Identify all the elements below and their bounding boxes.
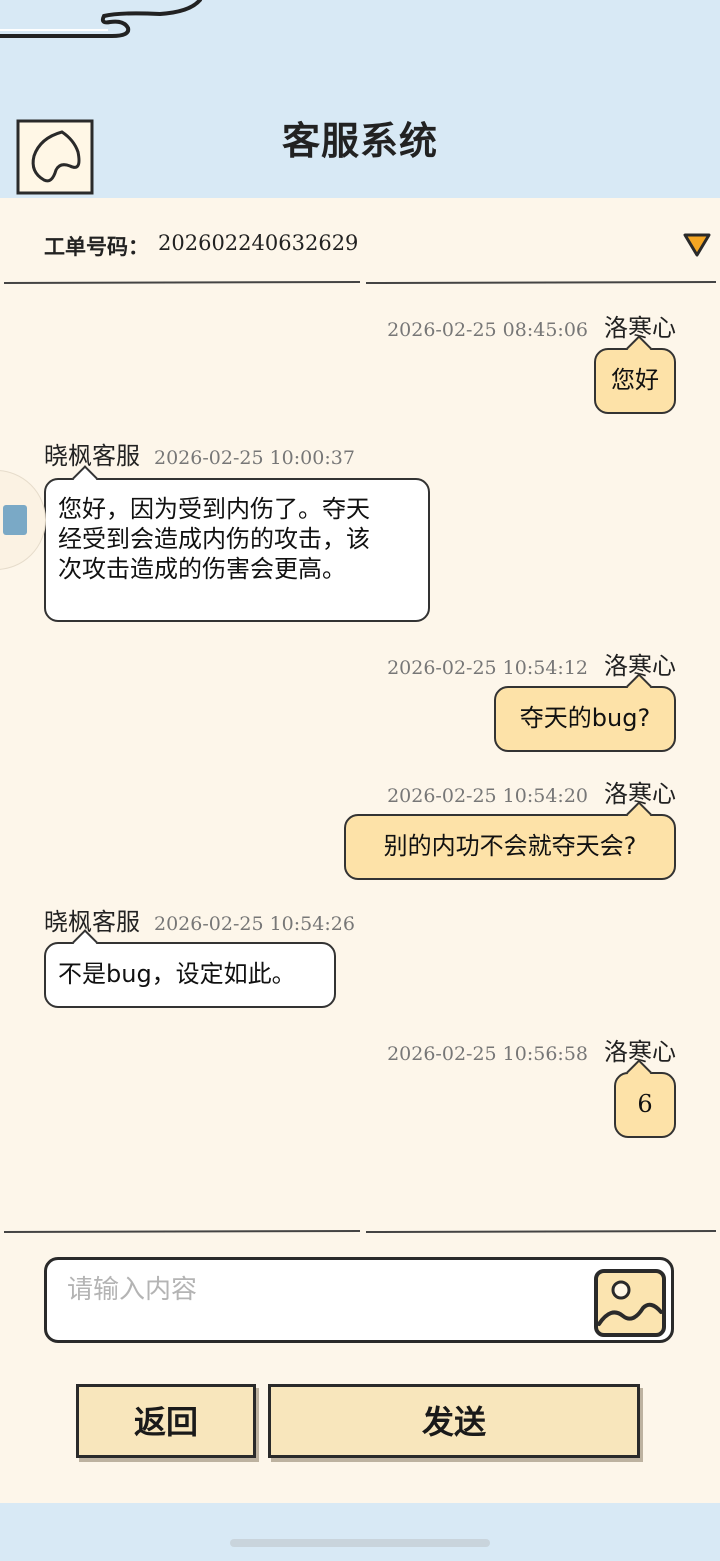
- message-meta: 2026-02-25 10:54:12 洛寒心: [387, 646, 676, 681]
- user-message-bubble: 夺天的bug?: [494, 686, 676, 752]
- image-upload-icon[interactable]: [593, 1268, 667, 1338]
- ticket-number: 202602240632629: [158, 231, 359, 255]
- triangle-down-icon[interactable]: [682, 232, 712, 258]
- ticket-bar: 工单号码： 202602240632629: [0, 198, 720, 286]
- back-button[interactable]: 返回: [76, 1384, 256, 1458]
- message-input[interactable]: [67, 1272, 587, 1308]
- message-meta: 2026-02-25 10:54:20 洛寒心: [387, 774, 676, 809]
- message-meta: 晓枫客服 2026-02-25 10:54:26: [44, 902, 355, 937]
- message-meta: 2026-02-25 08:45:06 洛寒心: [387, 308, 676, 343]
- agent-message-bubble: 您好，因为受到内伤了。夺天经受到会造成内伤的攻击，该次攻击造成的伤害会更高。: [44, 478, 430, 622]
- sender-name: 晓枫客服: [44, 442, 140, 470]
- divider-bottom: [3, 1230, 717, 1233]
- send-button[interactable]: 发送: [268, 1384, 640, 1458]
- message-composer: [44, 1257, 674, 1343]
- bottom-band: [0, 1503, 720, 1561]
- message-meta: 2026-02-25 10:56:58 洛寒心: [387, 1032, 676, 1067]
- chat-area[interactable]: 2026-02-25 08:45:06 洛寒心 您好 晓枫客服 2026-02-25…: [0, 286, 720, 1230]
- message-time: 2026-02-25 10:00:37: [154, 447, 355, 469]
- agent-message-bubble: 不是bug，设定如此。: [44, 942, 336, 1008]
- home-indicator[interactable]: [230, 1539, 490, 1547]
- user-message-bubble: 您好: [594, 348, 676, 414]
- message-time: 2026-02-25 10:54:12: [387, 657, 588, 679]
- assistant-icon: [3, 505, 27, 535]
- message-meta: 晓枫客服 2026-02-25 10:00:37: [44, 436, 355, 471]
- message-time: 2026-02-25 10:54:20: [387, 785, 588, 807]
- ticket-label: 工单号码：: [44, 235, 149, 259]
- page-title: 客服系统: [281, 119, 438, 163]
- header-band: 客服系统: [0, 0, 720, 198]
- message-time: 2026-02-25 10:54:26: [154, 913, 355, 935]
- cloud-decoration-icon: [0, 0, 202, 38]
- sender-name: 晓枫客服: [44, 908, 140, 936]
- user-message-bubble: 别的内功不会就夺天会?: [344, 814, 676, 880]
- user-message-bubble: 6: [614, 1072, 676, 1138]
- message-time: 2026-02-25 10:56:58: [387, 1043, 588, 1065]
- message-time: 2026-02-25 08:45:06: [387, 319, 588, 341]
